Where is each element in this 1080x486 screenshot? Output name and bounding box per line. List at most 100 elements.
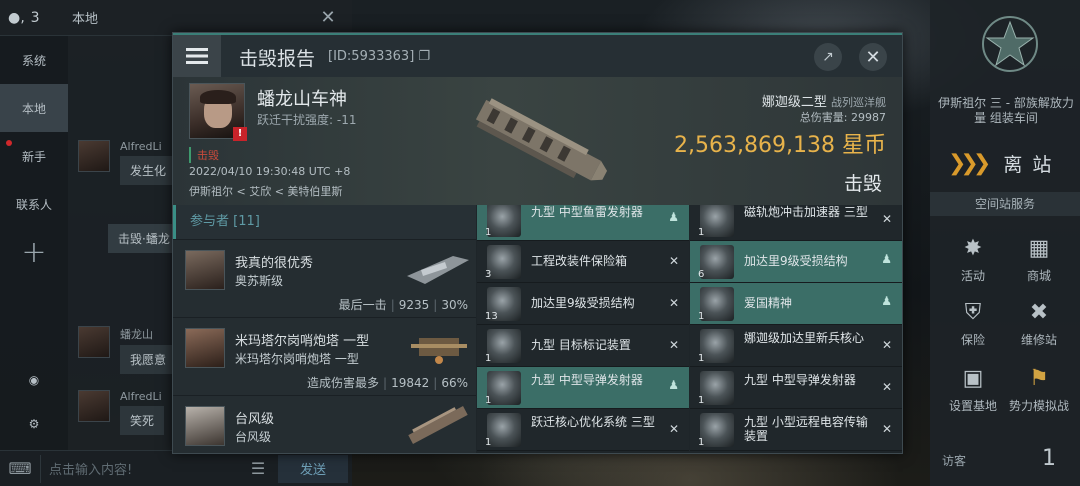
item-row[interactable]: 1 九型 目标标记装置 ✕ [477, 325, 689, 367]
sidebar-item-newbie[interactable]: 新手 [0, 132, 68, 180]
dropped-items-grid: 1 九型 中型鱼雷发射器 ♟ 3 工程改装件保险箱 ✕ 13 加达里9级受损结构 ✕ 1 九型 目标… [477, 205, 902, 453]
avatar[interactable] [78, 326, 110, 358]
visitor-label: 访客 [942, 454, 967, 468]
participant-row[interactable]: 台风级 台风级 [173, 395, 476, 453]
avatar[interactable] [78, 390, 110, 422]
service-insurance[interactable]: ⛨ 保险 [938, 300, 1008, 348]
members-icon: ●‚ [8, 9, 25, 26]
kill-report-dialog: 击毁报告 [ID:5933363] ❐ ↗ ✕ ! 蟠龙山车神 跃迁干扰强度: … [172, 32, 903, 454]
channel-title: 本地 [72, 12, 99, 27]
message-author[interactable]: 蟠龙山 [120, 326, 176, 342]
report-id[interactable]: [ID:5933363] ❐ [328, 49, 430, 64]
fireworks-icon: ✸ [963, 236, 983, 261]
item-row[interactable]: 3 工程改装件保险箱 ✕ [477, 241, 689, 283]
undock-button[interactable]: ❯❯❯ 离 站 [938, 144, 1074, 182]
dropped-icon: ♟ [668, 210, 679, 224]
participant-name: 米玛塔尔岗哨炮塔 一型 [235, 334, 370, 349]
message-text: 发生化 [120, 156, 177, 185]
kill-report-link[interactable]: 击毁·蟠龙 [108, 224, 180, 253]
undock-label: 离 站 [1003, 153, 1054, 176]
service-events[interactable]: ✸ 活动 [938, 236, 1008, 284]
item-quantity: 6 [698, 269, 705, 280]
item-quantity: 1 [485, 437, 492, 448]
menu-icon[interactable]: ☰ [238, 459, 278, 478]
send-button[interactable]: 发送 [278, 454, 348, 483]
participant-row[interactable]: 我真的很优秀 奥苏斯级 最后一击 | 9235 | 30% [173, 239, 476, 317]
participant-name: 我真的很优秀 [235, 256, 314, 271]
item-quantity: 1 [698, 395, 705, 406]
shield-icon: ⛨ [964, 300, 982, 325]
member-count-value: 3 [30, 9, 40, 26]
share-icon[interactable]: ↗ [814, 43, 842, 71]
service-store[interactable]: ▦ 商城 [1004, 236, 1074, 284]
message-text: 我愿意 [120, 345, 177, 374]
chat-input[interactable]: 点击输入内容! [40, 454, 238, 483]
avatar [185, 328, 225, 368]
keyboard-icon[interactable]: ⌨ [0, 459, 40, 478]
avatar[interactable] [78, 140, 110, 172]
item-row[interactable]: 1 九型 中型鱼雷发射器 ♟ [477, 205, 689, 241]
item-row[interactable]: 1 磁轨炮冲击加速器 三型 ✕ [690, 205, 902, 241]
victim-name[interactable]: 蟠龙山车神 [257, 85, 347, 111]
item-row[interactable]: 6 加达里9级受损结构 ♟ [690, 241, 902, 283]
item-row[interactable]: 1 九型 中型导弹发射器 ✕ [690, 367, 902, 409]
copy-icon[interactable]: ❐ [418, 49, 430, 64]
destroyed-icon: ✕ [881, 338, 892, 352]
unread-dot [6, 140, 12, 146]
module-icon [487, 245, 521, 279]
service-faction-warfare[interactable]: ⚑ 势力模拟战 [1004, 366, 1074, 414]
chat-close-icon[interactable]: ✕ [316, 6, 340, 30]
participant-ship: 台风级 [235, 430, 272, 444]
channel-sidebar: 系统 本地 新手 联系人 + ◉ ⚙ [0, 36, 68, 486]
item-row[interactable]: 1 九型 小型远程电容传输装置 ✕ [690, 409, 902, 451]
profile-icon[interactable]: ◉ [0, 356, 68, 404]
participant-row[interactable]: 米玛塔尔岗哨炮塔 一型 米玛塔尔岗哨炮塔 一型 造成伤害最多 | 19842 | 66% [173, 317, 476, 395]
item-name: 九型 中型导弹发射器 [531, 373, 643, 387]
menu-icon[interactable] [173, 35, 221, 77]
item-name: 爱国精神 [744, 296, 793, 310]
close-icon[interactable]: ✕ [859, 43, 887, 71]
item-name: 九型 目标标记装置 [531, 338, 631, 352]
kill-location[interactable]: 伊斯祖尔 < 艾欣 < 美特伯里斯 [189, 183, 342, 199]
member-count[interactable]: ●‚ 3 [0, 10, 62, 26]
item-quantity: 1 [698, 311, 705, 322]
item-name: 九型 中型鱼雷发射器 [531, 205, 643, 219]
message-author[interactable]: AlfredLi [120, 140, 176, 153]
destroyed-icon: ✕ [668, 296, 679, 310]
sidebar-item-contacts[interactable]: 联系人 [0, 180, 68, 228]
kill-timestamp: 2022/04/10 19:30:48 UTC +8 [189, 165, 351, 178]
dropped-icon: ♟ [668, 378, 679, 392]
module-icon [487, 371, 521, 405]
item-row[interactable]: 1 爱国精神 ♟ [690, 283, 902, 325]
dropped-icon: ♟ [881, 252, 892, 266]
item-quantity: 1 [698, 437, 705, 448]
settings-gear-icon[interactable]: ⚙ [0, 400, 68, 448]
ship-image[interactable] [463, 81, 613, 201]
item-row[interactable]: 1 跃迁核心优化系统 三型 ✕ [477, 409, 689, 451]
service-set-home[interactable]: ▣ 设置基地 [938, 366, 1008, 414]
alert-badge-icon: ! [233, 127, 247, 141]
add-channel-icon[interactable]: + [0, 228, 68, 276]
ship-type[interactable]: 娜迦级二型 战列巡洋舰 [762, 91, 886, 110]
item-name: 磁轨炮冲击加速器 三型 [744, 205, 868, 219]
sidebar-item-system[interactable]: 系统 [0, 36, 68, 84]
crossed-flags-icon: ⚑ [1029, 366, 1049, 391]
service-repair[interactable]: ✖ 维修站 [1004, 300, 1074, 348]
module-icon [487, 413, 521, 447]
item-quantity: 1 [698, 227, 705, 238]
participant-stat: 造成伤害最多 | 19842 | 66% [307, 376, 468, 390]
victim-banner: ! 蟠龙山车神 跃迁干扰强度: -11 击毁 2022/04/10 19:30:… [173, 77, 902, 205]
item-row[interactable]: 13 加达里9级受损结构 ✕ [477, 283, 689, 325]
module-icon [487, 205, 521, 237]
item-name: 跃迁核心优化系统 三型 [531, 415, 655, 429]
visitor-count[interactable]: 1 [1042, 446, 1056, 471]
item-quantity: 3 [485, 269, 492, 280]
item-row[interactable]: 1 娜迦级加达里新兵核心 ✕ [690, 325, 902, 367]
destroyed-icon: ✕ [881, 422, 892, 436]
item-name: 九型 中型导弹发射器 [744, 373, 856, 387]
dropped-icon: ♟ [881, 294, 892, 308]
module-icon [700, 287, 734, 321]
sidebar-item-local[interactable]: 本地 [0, 84, 68, 132]
item-row[interactable]: 1 九型 中型导弹发射器 ♟ [477, 367, 689, 409]
message-author[interactable]: AlfredLi [120, 390, 164, 403]
